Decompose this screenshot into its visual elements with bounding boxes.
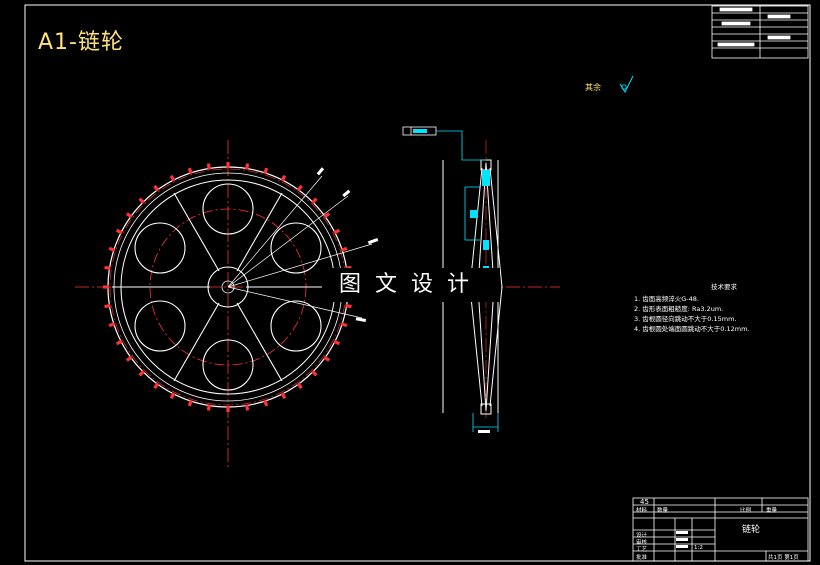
tech-requirement-item: 4. 齿根圆处端面圆跳动不大于0.12mm. — [634, 325, 750, 333]
title-block-small-label: 数量 — [657, 508, 669, 514]
sprocket-tooth — [169, 174, 176, 182]
title-block-scale: 1:2 — [694, 545, 703, 551]
sprocket-tooth — [333, 228, 341, 235]
sprocket-tooth — [115, 228, 123, 235]
sprocket-tooth — [296, 382, 303, 390]
tech-requirement-item: 3. 齿根圆径向跳动不大于0.15mm. — [634, 315, 737, 323]
drawing-title: A1-链轮 — [38, 30, 124, 55]
tech-requirements-heading: 技术要求 — [711, 283, 737, 291]
title-block-small-label: 材料 — [636, 508, 648, 514]
sprocket-tooth — [125, 355, 133, 362]
tech-requirement-item: 2. 齿形表面粗糙度: Ra3.2um. — [634, 305, 724, 313]
title-block-row-label: 工艺 — [636, 547, 648, 553]
sprocket-tooth — [226, 162, 230, 168]
sprocket-tooth — [103, 285, 109, 289]
technical-requirements: 技术要求 1. 齿面高频淬火G-48. 2. 齿形表面粗糙度: Ra3.2um.… — [634, 282, 814, 334]
sprocket-tooth — [115, 339, 123, 346]
surface-finish-note: 其余 — [585, 83, 601, 92]
watermark-label: 图文设计 — [322, 268, 500, 302]
title-block-small-label: 比例 — [740, 508, 752, 514]
sprocket-tooth — [280, 392, 287, 400]
title-block-small-label: 重量 — [766, 508, 778, 514]
sprocket-tooth — [153, 382, 160, 390]
sprocket-tooth — [333, 339, 341, 346]
tech-requirement-item: 1. 齿面高频淬火G-48. — [634, 295, 699, 303]
title-block-code: 45 — [640, 498, 649, 506]
sprocket-front-view — [75, 140, 379, 470]
sprocket-tooth — [169, 392, 176, 400]
runout-tolerance-frame — [402, 126, 486, 161]
title-block-sheet: 共1页 第1页 — [768, 555, 799, 561]
sprocket-tooth — [323, 212, 331, 219]
sprocket-tooth — [296, 184, 303, 192]
roughness-symbol-icon — [619, 75, 634, 94]
sprocket-tooth — [226, 406, 230, 412]
sprocket-tooth — [153, 184, 160, 192]
sprocket-tooth — [323, 355, 331, 362]
sprocket-tooth — [280, 174, 287, 182]
title-block-part-name: 链轮 — [742, 525, 761, 535]
sprocket-tooth — [125, 212, 133, 219]
top-right-code-table — [711, 5, 809, 59]
title-block-row-label: 批准 — [636, 555, 648, 561]
